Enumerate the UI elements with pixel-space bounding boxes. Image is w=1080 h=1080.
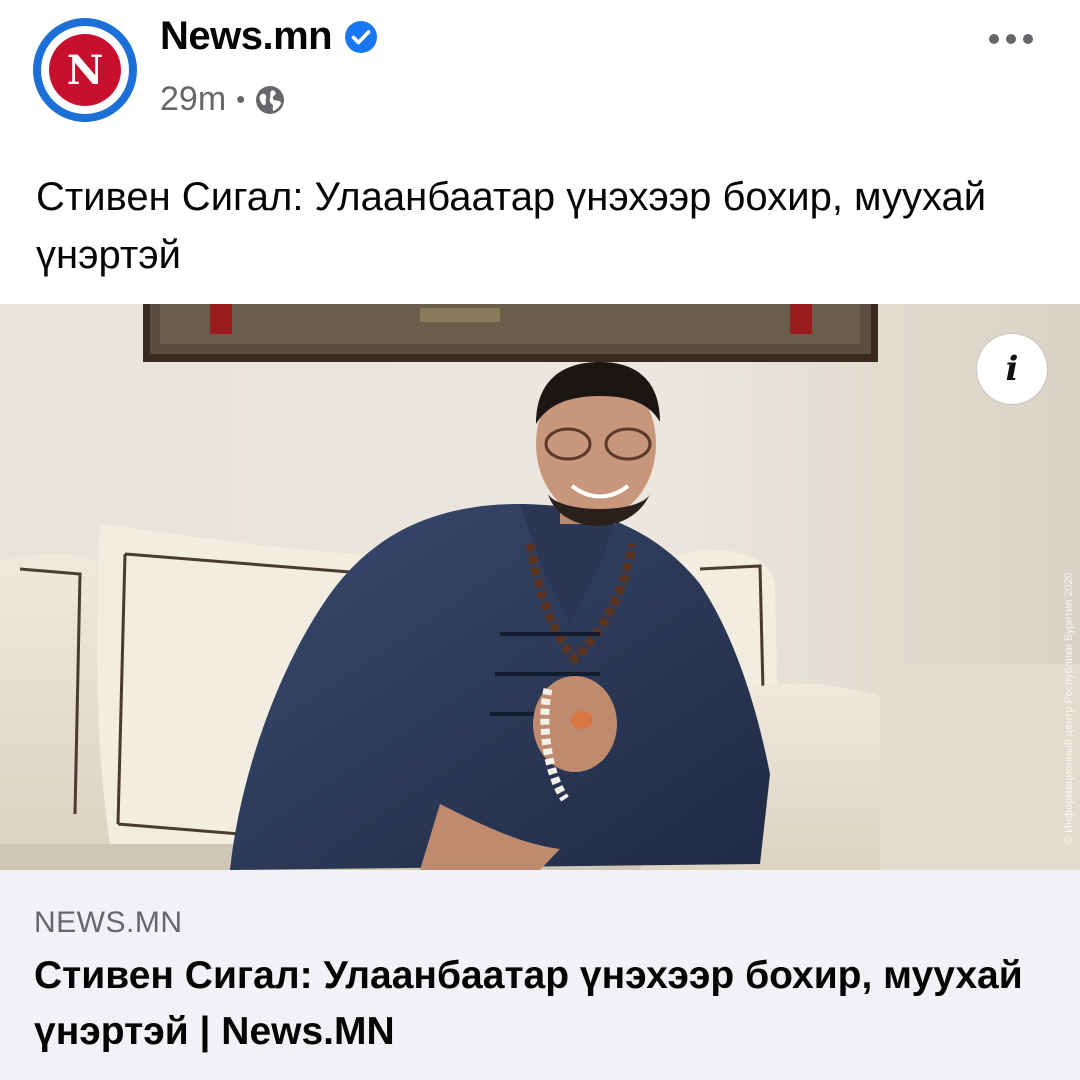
info-icon: i: [1005, 349, 1019, 389]
avatar-letter: N: [67, 47, 104, 94]
more-options-icon[interactable]: [988, 24, 1034, 54]
post-photo[interactable]: © Информационный центр Республики Буряти…: [0, 304, 1080, 870]
meta-separator: •: [236, 84, 246, 114]
info-button[interactable]: i: [977, 334, 1047, 404]
post-timestamp[interactable]: 29m: [160, 80, 226, 119]
svg-text:© Информационный центр Республ: © Информационный центр Республики Буряти…: [1063, 572, 1075, 844]
post-header: N News.mn 29m •: [0, 0, 1080, 150]
link-preview[interactable]: NEWS.MN Стивен Сигал: Улаанбаатар үнэхээ…: [0, 870, 1080, 1080]
page-name[interactable]: News.mn: [160, 14, 333, 59]
page-avatar[interactable]: N: [32, 17, 138, 123]
verified-badge-icon: [345, 20, 378, 53]
post-meta: 29m •: [160, 80, 285, 119]
page-name-row: News.mn: [160, 14, 378, 59]
globe-icon: [256, 85, 285, 114]
post-headline: Стивен Сигал: Улаанбаатар үнэхээр бохир,…: [36, 175, 987, 277]
link-domain: NEWS.MN: [34, 906, 183, 939]
link-title: Стивен Сигал: Улаанбаатар үнэхээр бохир,…: [34, 954, 1023, 1053]
